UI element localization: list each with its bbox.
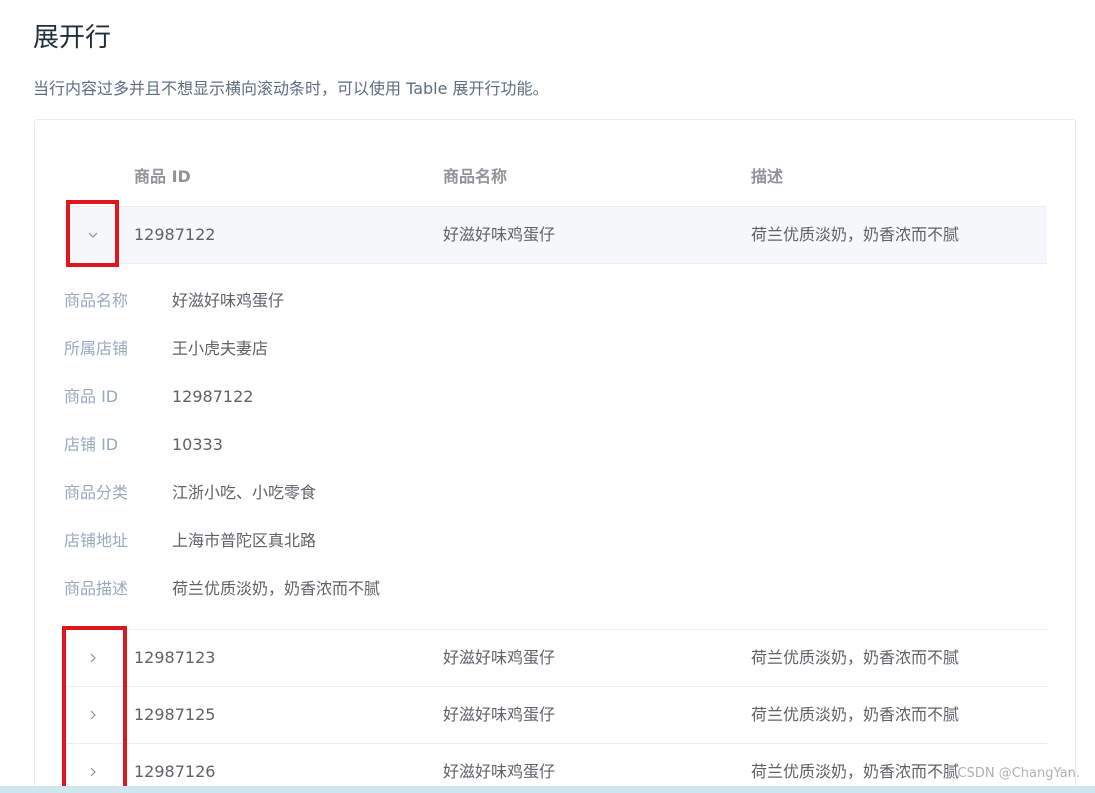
detail-value: 12987122 <box>172 387 254 406</box>
page: 展开行 当行内容过多并且不想显示横向滚动条时，可以使用 Table 展开行功能。… <box>0 0 1095 793</box>
cell-id: 12987123 <box>134 648 216 667</box>
column-header-id[interactable]: 商品 ID <box>134 166 191 188</box>
cell-desc: 荷兰优质淡奶，奶香浓而不腻 <box>751 225 960 244</box>
detail-value: 10333 <box>172 435 223 454</box>
chevron-right-icon[interactable] <box>82 761 104 783</box>
page-title: 展开行 <box>33 23 112 53</box>
page-description: 当行内容过多并且不想显示横向滚动条时，可以使用 Table 展开行功能。 <box>33 79 549 98</box>
bottom-bar <box>0 786 1095 793</box>
expanded-row-panel: 商品名称 好滋好味鸡蛋仔 所属店铺 王小虎夫妻店 商品 ID 12987122 … <box>64 264 1047 630</box>
detail-label: 店铺 ID <box>64 435 119 454</box>
detail-label: 店铺地址 <box>64 531 129 550</box>
chevron-down-icon[interactable] <box>82 224 104 246</box>
detail-label: 商品 ID <box>64 387 119 406</box>
chevron-right-icon[interactable] <box>82 704 104 726</box>
watermark: CSDN @ChangYan. <box>957 766 1080 781</box>
table-header: 商品 ID 商品名称 描述 <box>64 148 1047 207</box>
detail-label: 商品分类 <box>64 483 129 502</box>
expand-table: 商品 ID 商品名称 描述 12987122 好滋好味鸡蛋仔 荷兰优质淡奶，奶香… <box>64 148 1047 793</box>
cell-name: 好滋好味鸡蛋仔 <box>443 225 556 244</box>
detail-value: 好滋好味鸡蛋仔 <box>172 291 285 310</box>
cell-name: 好滋好味鸡蛋仔 <box>443 705 556 724</box>
detail-label: 商品名称 <box>64 291 129 310</box>
demo-block: 商品 ID 商品名称 描述 12987122 好滋好味鸡蛋仔 荷兰优质淡奶，奶香… <box>34 119 1076 793</box>
cell-name: 好滋好味鸡蛋仔 <box>443 648 556 667</box>
column-header-name[interactable]: 商品名称 <box>443 166 507 188</box>
cell-id: 12987122 <box>134 225 216 244</box>
cell-desc: 荷兰优质淡奶，奶香浓而不腻 <box>751 705 960 724</box>
detail-label: 所属店铺 <box>64 339 129 358</box>
cell-id: 12987126 <box>134 762 216 781</box>
table-row[interactable]: 12987123 好滋好味鸡蛋仔 荷兰优质淡奶，奶香浓而不腻 <box>64 630 1047 687</box>
detail-value: 王小虎夫妻店 <box>172 339 269 358</box>
cell-desc: 荷兰优质淡奶，奶香浓而不腻 <box>751 762 960 781</box>
column-header-desc[interactable]: 描述 <box>751 166 783 188</box>
cell-id: 12987125 <box>134 705 216 724</box>
cell-desc: 荷兰优质淡奶，奶香浓而不腻 <box>751 648 960 667</box>
cell-name: 好滋好味鸡蛋仔 <box>443 762 556 781</box>
detail-value: 江浙小吃、小吃零食 <box>172 483 317 502</box>
detail-value: 荷兰优质淡奶，奶香浓而不腻 <box>172 579 381 598</box>
detail-label: 商品描述 <box>64 579 129 598</box>
table-row[interactable]: 12987122 好滋好味鸡蛋仔 荷兰优质淡奶，奶香浓而不腻 <box>64 207 1047 264</box>
chevron-right-icon[interactable] <box>82 647 104 669</box>
detail-value: 上海市普陀区真北路 <box>172 531 317 550</box>
table-row[interactable]: 12987125 好滋好味鸡蛋仔 荷兰优质淡奶，奶香浓而不腻 <box>64 687 1047 744</box>
